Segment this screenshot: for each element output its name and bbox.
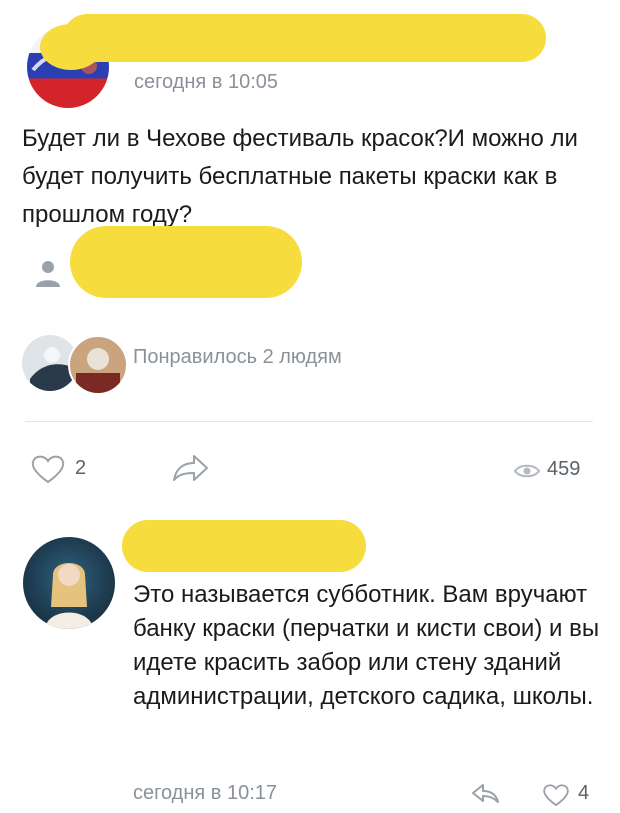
share-button[interactable] [170, 452, 210, 486]
post-text: Будет ли в Чехове фестиваль красок?И мож… [22, 125, 578, 228]
like-button[interactable]: 2 [30, 452, 120, 486]
likes-summary[interactable]: Понравилось 2 людям [133, 346, 342, 369]
redacted-commenter-name[interactable] [122, 520, 366, 572]
post-time: сегодня в 10:05 [134, 71, 278, 93]
comment-like-button[interactable]: 4 [542, 781, 606, 809]
redacted-linked-user[interactable] [70, 226, 302, 298]
commenter-avatar[interactable] [23, 537, 115, 629]
eye-icon [513, 462, 541, 485]
reply-icon [470, 784, 502, 809]
comment-text: Это называется субботник. Вам вручают ба… [133, 581, 600, 710]
views: 459 [513, 456, 603, 486]
redacted-author-name [63, 14, 546, 62]
share-icon [170, 455, 210, 488]
redacted-avatar-overlay [40, 24, 102, 70]
views-count: 459 [547, 458, 581, 480]
heart-icon [30, 454, 66, 489]
like-count: 2 [75, 457, 87, 479]
comment-time: сегодня в 10:17 [133, 782, 277, 804]
user-icon [33, 258, 63, 288]
comment-like-count: 4 [578, 782, 590, 804]
heart-icon [542, 783, 570, 812]
divider [25, 421, 593, 422]
liker-avatar[interactable] [68, 335, 128, 395]
reply-button[interactable] [470, 781, 502, 807]
